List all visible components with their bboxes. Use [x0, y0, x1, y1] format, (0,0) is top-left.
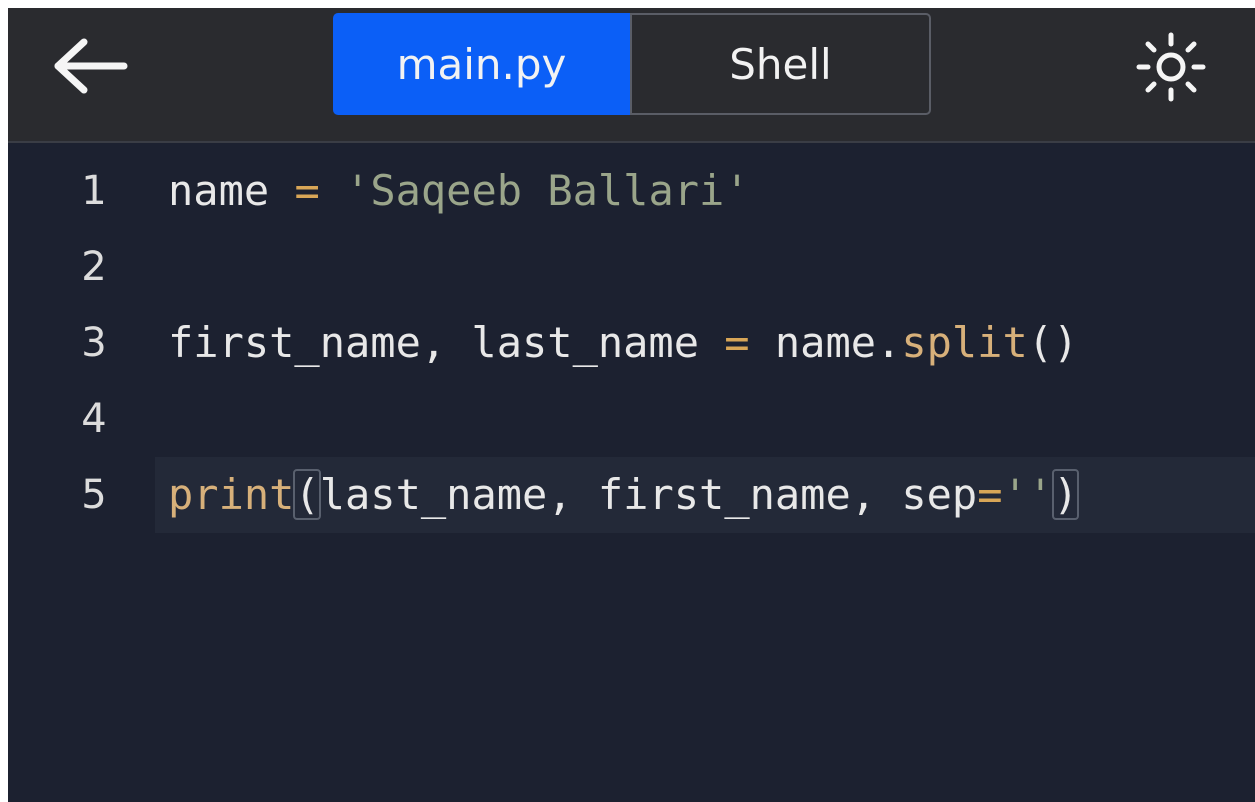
code-token: '' [1002, 470, 1054, 519]
tab-main-py[interactable]: main.py [333, 13, 630, 115]
line-number: 5 [81, 472, 107, 518]
tab-shell[interactable]: Shell [630, 13, 931, 115]
line-number: 2 [81, 244, 107, 290]
code-token: () [1027, 318, 1079, 367]
top-bar: main.py Shell [8, 8, 1255, 143]
line-number: 1 [81, 168, 107, 214]
sun-icon [1136, 32, 1206, 102]
code-line[interactable]: 5 print(last_name, first_name, sep='') [8, 457, 1255, 533]
code-line[interactable]: 3 first_name, last_name = name.split() [8, 305, 1255, 381]
code-token: ( [293, 469, 321, 520]
code-token: name. [749, 318, 902, 367]
back-button[interactable] [48, 36, 132, 96]
code-token: = [294, 166, 320, 215]
code-token: first_name, last_name [168, 318, 725, 367]
code-line[interactable]: 2 [8, 229, 1255, 305]
code-line[interactable]: 4 [8, 381, 1255, 457]
editor-screen: main.py Shell 1 name = 'Saqeeb Ballari' 2 3… [8, 8, 1255, 802]
code-line[interactable]: 1 name = 'Saqeeb Ballari' [8, 153, 1255, 229]
code-token: last_name, first_name, sep [319, 470, 978, 519]
file-tabs: main.py Shell [333, 13, 931, 115]
code-token: 'Saqeeb Ballari' [345, 166, 750, 215]
code-token: = [977, 470, 1003, 519]
code-token: = [724, 318, 750, 367]
code-text: name = 'Saqeeb Ballari' [168, 153, 750, 229]
code-token: name [168, 166, 295, 215]
code-editor[interactable]: 1 name = 'Saqeeb Ballari' 2 3 first_name, la… [8, 143, 1255, 802]
code-text: print(last_name, first_name, sep='') [168, 457, 1080, 533]
code-text: first_name, last_name = name.split() [168, 305, 1078, 381]
line-number: 3 [81, 320, 107, 366]
code-token: split [901, 318, 1028, 367]
line-number: 4 [81, 396, 107, 442]
code-token: print [168, 470, 295, 519]
code-token: ) [1052, 469, 1080, 520]
arrow-left-icon [54, 38, 128, 94]
theme-toggle-button[interactable] [1136, 32, 1206, 102]
